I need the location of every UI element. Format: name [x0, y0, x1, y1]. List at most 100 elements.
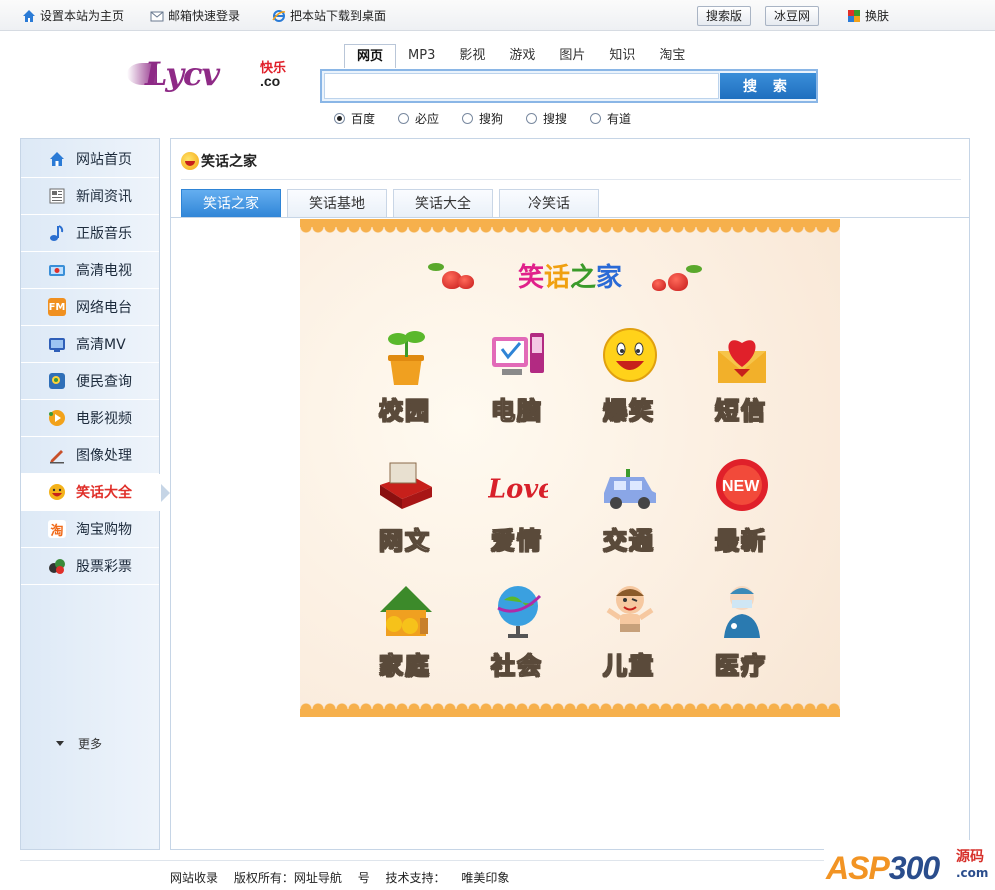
category-label: 爆笑	[603, 397, 655, 426]
pen-icon	[48, 446, 66, 464]
tab-joke-collection[interactable]: 笑话大全	[393, 189, 493, 218]
category-hilarious[interactable]: 爆笑	[574, 327, 674, 437]
sidebar-nav: 网站首页 新闻资讯 正版音乐 高清电视 FM 网络电台 高清MV 便民查询 电影…	[20, 138, 170, 850]
sidebar-item-news[interactable]: 新闻资讯	[21, 178, 159, 215]
category-newest[interactable]: NEW 最新	[686, 457, 786, 567]
watermark-com: .com	[956, 866, 989, 880]
sidebar-item-label: 笑话大全	[76, 485, 132, 501]
sidebar-item-jokes[interactable]: 笑话大全	[21, 474, 170, 511]
card-title: 笑话之家	[300, 257, 840, 294]
engine-youdao-label: 有道	[607, 112, 632, 126]
engine-bing-radio[interactable]	[398, 113, 409, 124]
logo-co: .co	[260, 73, 281, 89]
tabs-divider	[171, 217, 969, 218]
sidebar-item-taobao[interactable]: 淘 淘宝购物	[21, 511, 159, 548]
tab-cold-jokes[interactable]: 冷笑话	[499, 189, 599, 218]
top-bar: 设置本站为主页 邮箱快速登录 把本站下载到桌面 搜索版 冰豆网 换肤	[0, 0, 995, 31]
house-icon	[380, 586, 432, 636]
sidebar-item-stocks[interactable]: 股票彩票	[21, 548, 159, 585]
sidebar-more[interactable]: 更多	[56, 735, 102, 752]
tab-joke-base[interactable]: 笑话基地	[287, 189, 387, 218]
category-campus[interactable]: 校园	[350, 327, 450, 437]
category-label: 网文	[379, 527, 431, 556]
sidebar-item-image-edit[interactable]: 图像处理	[21, 437, 159, 474]
category-computer[interactable]: 电脑	[462, 327, 562, 437]
engine-baidu-label: 百度	[351, 112, 376, 126]
footer-site-submit-link[interactable]: 网站收录	[170, 871, 218, 885]
set-home-link[interactable]: 设置本站为主页	[22, 7, 124, 24]
sidebar-item-home[interactable]: 网站首页	[21, 141, 159, 178]
sidebar-item-music[interactable]: 正版音乐	[21, 215, 159, 252]
category-label: 医疗	[715, 652, 767, 681]
search-input[interactable]	[324, 73, 719, 99]
child-icon	[606, 586, 654, 632]
sidebar-item-mv[interactable]: 高清MV	[21, 326, 159, 363]
category-medical[interactable]: 医疗	[686, 582, 786, 692]
main-heading-text: 笑话之家	[201, 154, 257, 170]
category-label: 最新	[715, 527, 767, 556]
main-panel: 笑话之家 笑话之家 笑话基地 笑话大全 冷笑话 笑话之家 校园 电脑 爆笑 短信…	[170, 138, 970, 850]
category-label: 儿童	[603, 652, 655, 681]
bingdou-button[interactable]: 冰豆网	[765, 6, 820, 26]
category-sms[interactable]: 短信	[686, 327, 786, 437]
card-title-char: 家	[596, 263, 623, 293]
engine-sogou[interactable]: 搜狗	[462, 110, 526, 127]
sidebar-item-label: 正版音乐	[76, 226, 132, 242]
set-home-label: 设置本站为主页	[40, 9, 125, 23]
sidebar-item-radio[interactable]: FM 网络电台	[21, 289, 159, 326]
category-label: 社会	[491, 652, 543, 681]
category-family[interactable]: 家庭	[350, 582, 450, 692]
skin-button[interactable]: 换肤	[847, 7, 889, 24]
mv-icon	[48, 335, 66, 353]
search-tab-image[interactable]: 图片	[547, 44, 597, 68]
category-web-articles[interactable]: 网文	[350, 457, 450, 567]
query-icon	[48, 372, 66, 390]
category-society[interactable]: 社会	[462, 582, 562, 692]
sidebar-item-label: 淘宝购物	[76, 522, 132, 538]
computer-icon	[492, 333, 544, 375]
category-children[interactable]: 儿童	[574, 582, 674, 692]
radio-fm-icon: FM	[48, 298, 66, 316]
engine-soso-radio[interactable]	[526, 113, 537, 124]
mail-login-link[interactable]: 邮箱快速登录	[150, 7, 240, 24]
download-desktop-label: 把本站下载到桌面	[290, 9, 387, 23]
sidebar-item-movie[interactable]: 电影视频	[21, 400, 159, 437]
search-tab-web[interactable]: 网页	[344, 44, 397, 68]
category-love[interactable]: Love 爱情	[462, 457, 562, 567]
tab-joke-home[interactable]: 笑话之家	[181, 189, 281, 218]
site-logo[interactable]: Lycv 快乐 .co	[127, 55, 292, 95]
mail-icon	[150, 9, 164, 23]
engine-youdao-radio[interactable]	[590, 113, 601, 124]
sprout-pot-icon	[388, 331, 425, 385]
engine-baidu-radio[interactable]	[334, 113, 345, 124]
engine-soso[interactable]: 搜搜	[526, 110, 590, 127]
laugh-face-icon	[181, 152, 199, 170]
sidebar-item-hdtv[interactable]: 高清电视	[21, 252, 159, 289]
chevron-down-icon	[56, 741, 64, 746]
footer-tech-support-link[interactable]: 唯美印象	[461, 871, 509, 885]
search-tab-taobao[interactable]: 淘宝	[647, 44, 697, 68]
lottery-icon	[48, 557, 66, 575]
search-tab-game[interactable]: 游戏	[497, 44, 547, 68]
search-tabs: 网页 MP3 影视 游戏 图片 知识 淘宝	[344, 44, 697, 68]
sidebar-item-label: 便民查询	[76, 374, 132, 390]
sidebar-item-label: 高清电视	[76, 263, 132, 279]
engine-youdao[interactable]: 有道	[590, 110, 654, 127]
search-engine-options: 百度 必应 搜狗 搜搜 有道	[334, 110, 654, 127]
download-desktop-link[interactable]: 把本站下载到桌面	[272, 7, 386, 24]
engine-bing-label: 必应	[415, 112, 440, 126]
engine-baidu[interactable]: 百度	[334, 110, 398, 127]
search-button[interactable]: 搜 索	[720, 73, 816, 99]
search-tab-mp3[interactable]: MP3	[396, 44, 447, 68]
category-label: 短信	[715, 397, 767, 426]
category-traffic[interactable]: 交通	[574, 457, 674, 567]
engine-sogou-radio[interactable]	[462, 113, 473, 124]
search-tab-knowledge[interactable]: 知识	[597, 44, 647, 68]
search-edition-button[interactable]: 搜索版	[697, 6, 752, 26]
skin-palette-icon	[847, 9, 861, 23]
engine-bing[interactable]: 必应	[398, 110, 462, 127]
search-tab-video[interactable]: 影视	[447, 44, 497, 68]
car-icon	[604, 469, 656, 509]
home-icon	[22, 9, 36, 23]
sidebar-item-query[interactable]: 便民查询	[21, 363, 159, 400]
